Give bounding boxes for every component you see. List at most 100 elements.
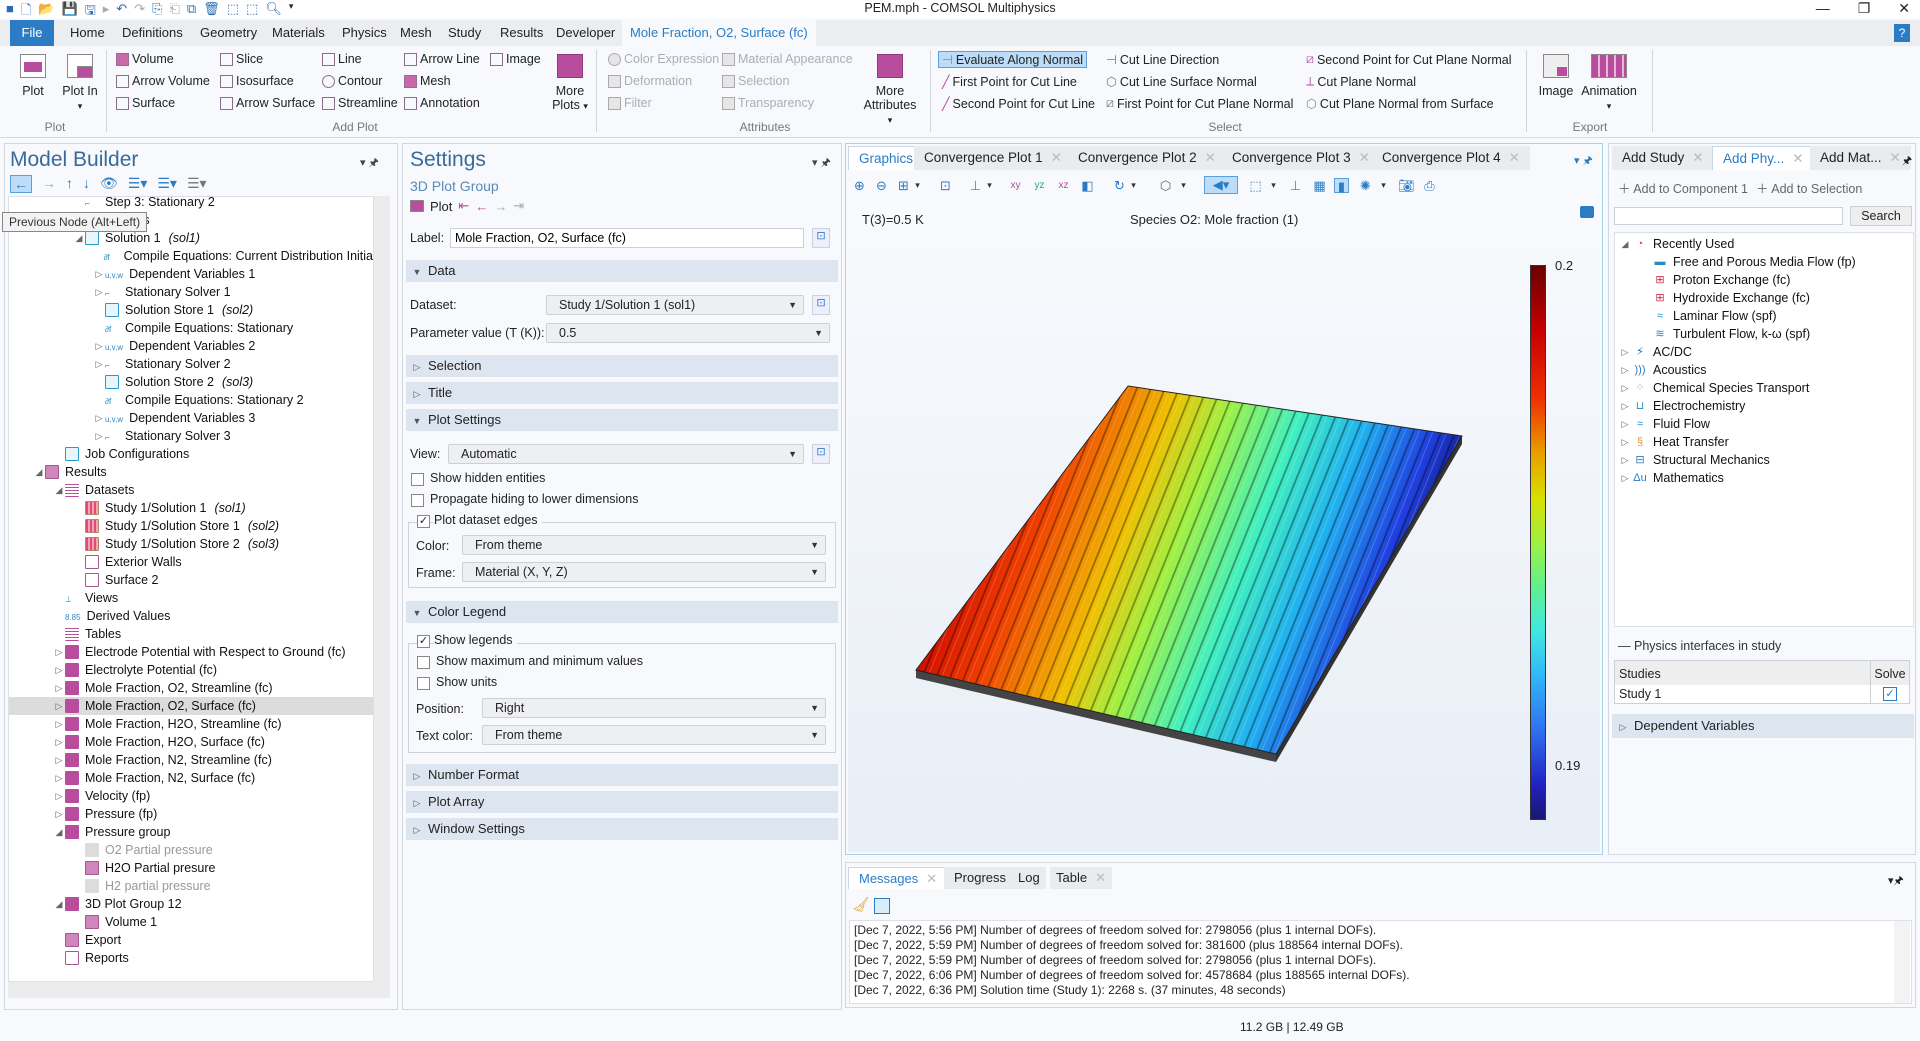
- edge-color-select[interactable]: From theme ▼: [462, 535, 826, 555]
- tree-item[interactable]: ∂f Compile Equations: Current Distributio…: [9, 247, 373, 265]
- add-arrow-line-button[interactable]: Arrow Line: [404, 52, 480, 66]
- add-streamline-button[interactable]: Streamline: [322, 96, 398, 110]
- collapse-arrow-icon[interactable]: ◢: [53, 895, 65, 913]
- tree-item[interactable]: ∂f Compile Equations: Stationary 2: [9, 391, 373, 409]
- add-mesh-button[interactable]: Mesh: [404, 74, 451, 88]
- tree-item[interactable]: Reports: [9, 949, 373, 967]
- tree-item[interactable]: Surface 2: [9, 571, 373, 589]
- model-tree-scrollbar[interactable]: [374, 196, 390, 982]
- tree-item[interactable]: Job Configurations: [9, 445, 373, 463]
- panel-menu-icon[interactable]: ▾ 🖈: [360, 154, 379, 173]
- filter-button[interactable]: Filter: [608, 96, 652, 110]
- tree-item[interactable]: ▷ ⌐ Stationary Solver 1: [9, 283, 373, 301]
- collapse-arrow-icon[interactable]: ◢: [33, 463, 45, 481]
- go-to-view-icon[interactable]: ⊡: [812, 444, 830, 464]
- section-plot-settings[interactable]: ▼ Plot Settings: [406, 409, 838, 431]
- expand-arrow-icon[interactable]: ▷: [1619, 415, 1631, 433]
- zoom-box-icon[interactable]: ⊞: [896, 178, 911, 193]
- camera-view-icon[interactable]: ◧: [1080, 178, 1095, 193]
- section-dependent-variables[interactable]: ▷ Dependent Variables: [1612, 714, 1914, 738]
- export-image-button[interactable]: Image: [1536, 54, 1576, 98]
- expand-arrow-icon[interactable]: ▷: [53, 643, 65, 661]
- previous-node-icon[interactable]: ←: [10, 175, 32, 193]
- tree-item[interactable]: ▷ Mole Fraction, N2, Streamline (fc): [9, 751, 373, 769]
- tab-mesh[interactable]: Mesh: [392, 20, 440, 46]
- tab-table[interactable]: Table ✕: [1050, 867, 1112, 889]
- tree-item[interactable]: Export: [9, 931, 373, 949]
- tab-messages[interactable]: Messages ✕: [848, 867, 949, 889]
- tab-add-material[interactable]: Add Mat... ✕: [1810, 146, 1911, 170]
- physics-tree-item[interactable]: ▬ Free and Porous Media Flow (fp): [1615, 253, 1856, 271]
- material-appearance-button[interactable]: Material Appearance: [722, 52, 853, 66]
- color-expression-button[interactable]: Color Expression: [608, 52, 719, 66]
- collapse-arrow-icon[interactable]: ◢: [53, 823, 65, 841]
- close-button[interactable]: ✕: [1898, 0, 1910, 17]
- collapse-arrow-icon[interactable]: ◢: [1619, 235, 1631, 253]
- add-to-component-button[interactable]: ＋ Add to Component 1: [1618, 178, 1748, 197]
- physics-tree-item[interactable]: ▷ ≈ Fluid Flow: [1615, 415, 1710, 433]
- help-button[interactable]: ?: [1894, 24, 1910, 42]
- evaluate-along-normal-button[interactable]: ⊣ Evaluate Along Normal: [938, 51, 1088, 68]
- first-point-cut-plane-normal-button[interactable]: ⧄ First Point for Cut Plane Normal: [1106, 96, 1293, 111]
- shading-icon[interactable]: ✺: [1358, 178, 1373, 193]
- deformation-button[interactable]: Deformation: [608, 74, 692, 88]
- plot-in-button[interactable]: Plot In ▾: [60, 54, 100, 112]
- more-attributes-button[interactable]: More Attributes ▾: [860, 54, 920, 126]
- panel-menu-icon[interactable]: ▾ 🖈: [812, 154, 831, 173]
- tree-item[interactable]: ∂f Compile Equations: Stationary: [9, 319, 373, 337]
- view-select[interactable]: Automatic ▼: [448, 444, 804, 464]
- tab-convergence-plot-2[interactable]: Convergence Plot 2 ✕: [1068, 146, 1226, 170]
- zoom-extents-icon[interactable]: ⊡: [938, 178, 953, 193]
- legend-position-select[interactable]: Right ▼: [482, 698, 826, 718]
- go-to-source-icon[interactable]: ⊡: [812, 295, 830, 315]
- expand-arrow-icon[interactable]: ▷: [53, 661, 65, 679]
- tab-home[interactable]: Home: [62, 20, 113, 46]
- render-mode-icon[interactable]: ⬚: [1248, 178, 1263, 193]
- tab-graphics[interactable]: Graphics: [848, 146, 925, 170]
- scene-light-icon[interactable]: ◀▾: [1204, 176, 1238, 194]
- messages-scrollbar[interactable]: [1894, 921, 1910, 1003]
- physics-tree-item[interactable]: ≋ Turbulent Flow, k-ω (spf): [1615, 325, 1810, 343]
- axes-icon[interactable]: ⊥: [968, 178, 983, 193]
- dropdown-icon[interactable]: ▾: [1266, 178, 1281, 193]
- tab-file[interactable]: File: [10, 20, 54, 46]
- physics-search-button[interactable]: Search: [1850, 206, 1912, 226]
- add-slice-button[interactable]: Slice: [220, 52, 263, 66]
- expand-arrow-icon[interactable]: ▷: [53, 787, 65, 805]
- collapse-sections-icon[interactable]: ☰▾: [157, 175, 177, 193]
- dropdown-icon[interactable]: ▾: [1176, 178, 1191, 193]
- expand-arrow-icon[interactable]: ▷: [53, 751, 65, 769]
- physics-tree-item[interactable]: ▷ § Heat Transfer: [1615, 433, 1729, 451]
- settings-plot-button[interactable]: Plot: [430, 199, 452, 214]
- expand-arrow-icon[interactable]: ▷: [1619, 361, 1631, 379]
- transparency-button[interactable]: Transparency: [722, 96, 814, 110]
- expand-arrow-icon[interactable]: ▷: [93, 427, 105, 445]
- second-point-cut-plane-normal-button[interactable]: ⧄ Second Point for Cut Plane Normal: [1306, 52, 1512, 67]
- more-plots-button[interactable]: More Plots ▾: [548, 54, 592, 112]
- physics-tree-item[interactable]: ⊞ Proton Exchange (fc): [1615, 271, 1790, 289]
- cut-line-direction-button[interactable]: ⊣ Cut Line Direction: [1106, 52, 1219, 68]
- cut-plane-normal-button[interactable]: ⟂ Cut Plane Normal: [1306, 74, 1416, 89]
- expand-arrow-icon[interactable]: ▷: [53, 769, 65, 787]
- minimize-button[interactable]: —: [1816, 0, 1830, 17]
- physics-search-input[interactable]: [1614, 207, 1843, 225]
- clear-messages-icon[interactable]: 🧹︎: [852, 896, 870, 913]
- dropdown-icon[interactable]: ▾: [1126, 178, 1141, 193]
- add-isosurface-button[interactable]: Isosurface: [220, 74, 294, 88]
- tree-item[interactable]: ◢ 3D Plot Group 12: [9, 895, 373, 913]
- tree-item[interactable]: ▷ ⌐ Stationary Solver 2: [9, 355, 373, 373]
- propagate-hiding-checkbox[interactable]: [411, 494, 424, 507]
- physics-tree-item[interactable]: ◢ ◔ Recently Used: [1615, 235, 1735, 253]
- expand-arrow-icon[interactable]: ▷: [1619, 433, 1631, 451]
- tab-developer[interactable]: Developer: [548, 20, 623, 46]
- tree-item[interactable]: Volume 1: [9, 913, 373, 931]
- next-icon[interactable]: →: [494, 199, 507, 214]
- export-animation-button[interactable]: Animation ▾: [1580, 54, 1638, 112]
- legend-text-color-select[interactable]: From theme ▼: [482, 725, 826, 745]
- move-down-icon[interactable]: ↓: [83, 175, 90, 193]
- previous-icon[interactable]: ←: [475, 199, 488, 214]
- first-node-icon[interactable]: ⇤: [458, 198, 469, 214]
- tree-item[interactable]: H2 partial pressure: [9, 877, 373, 895]
- next-node-icon[interactable]: →: [42, 175, 56, 193]
- tree-item[interactable]: 8.85 Derived Values: [9, 607, 373, 625]
